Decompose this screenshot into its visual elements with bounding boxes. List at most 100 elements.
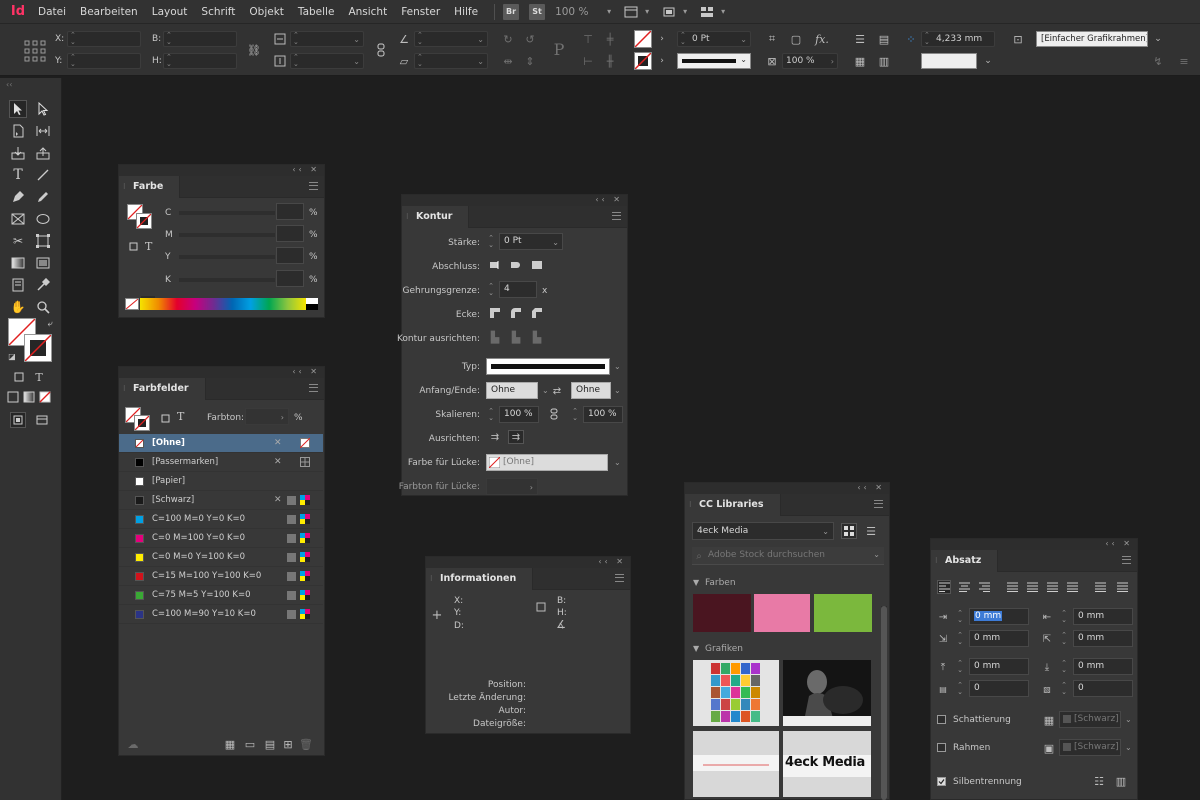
farbe-text-icon[interactable]: T <box>145 240 152 253</box>
pencil-tool-icon[interactable] <box>34 188 52 206</box>
justify-all-icon[interactable] <box>1065 580 1079 594</box>
menu-layout[interactable]: Layout <box>152 6 188 18</box>
justify-center-icon[interactable] <box>1025 580 1039 594</box>
drop-cap-chars-spinner[interactable]: ⌃ ⌄ <box>1059 682 1069 696</box>
cc-panel-menu-icon[interactable] <box>874 500 883 508</box>
drop-cap-lines-spinner[interactable]: ⌃ ⌄ <box>955 682 965 696</box>
align-towards-spine-icon[interactable] <box>1093 580 1107 594</box>
free-transform-tool-icon[interactable] <box>34 232 52 250</box>
align-center-stroke-icon[interactable]: ▙ <box>488 330 502 344</box>
library-select[interactable]: 4eck Media ⌄ <box>692 522 834 540</box>
last-line-indent-field[interactable]: 0 mm <box>1073 630 1133 647</box>
pen-tool-icon[interactable] <box>9 188 27 206</box>
menu-bearbeiten[interactable]: Bearbeiten <box>80 6 138 18</box>
delete-swatch-icon[interactable]: 🗑 <box>299 738 313 751</box>
miter-join-icon[interactable] <box>488 306 502 320</box>
menu-schrift[interactable]: Schrift <box>201 6 235 18</box>
grafiken-disclosure-icon[interactable]: ▼ <box>693 644 699 653</box>
channel-c-slider[interactable] <box>179 211 275 215</box>
cc-scrollbar[interactable] <box>881 606 887 800</box>
info-panel-menu-icon[interactable] <box>615 574 624 582</box>
rotate-ccw-icon[interactable]: ↺ <box>522 31 538 47</box>
panel-collapse-close-icon[interactable]: ‹‹ ✕ <box>292 165 320 175</box>
bridge-button[interactable]: Br <box>503 3 520 20</box>
info-collapse-close-icon[interactable]: ‹‹ ✕ <box>598 557 626 567</box>
show-swatch-kinds-icon[interactable]: ▦ <box>223 738 237 751</box>
skal1-spinner[interactable]: ⌃ ⌄ <box>486 408 496 422</box>
content-placer-tool-icon[interactable] <box>34 144 52 162</box>
align-vcenter-icon[interactable]: ╪ <box>602 31 618 47</box>
align-top-icon[interactable]: ⊤ <box>580 31 596 47</box>
space-after-field[interactable]: 0 mm <box>1073 658 1133 675</box>
arrange-documents-icon[interactable] <box>699 5 715 19</box>
ende-select[interactable]: Ohne <box>571 382 611 399</box>
line-tool-icon[interactable] <box>34 166 52 184</box>
border-color-icon[interactable]: ▣ <box>1041 740 1057 756</box>
fill-chevron-icon[interactable]: › <box>654 31 670 47</box>
right-indent-spinner[interactable]: ⌃ ⌄ <box>1059 610 1069 624</box>
opacity-field[interactable]: 100 % › <box>782 53 838 69</box>
stock-search-input[interactable]: Adobe Stock durchsuchen <box>708 550 825 560</box>
swatch-options-icon[interactable]: ▤ <box>263 738 277 751</box>
farbe-panel-menu-icon[interactable] <box>309 182 318 190</box>
align-center-icon[interactable] <box>957 580 971 594</box>
offset-field[interactable]: ⌃ ⌄ 4,233 mm <box>921 31 995 47</box>
border-dropdown-icon[interactable]: ⌄ <box>1125 743 1132 752</box>
normal-view-icon[interactable] <box>10 412 26 428</box>
preview-mode-icon[interactable] <box>34 412 50 428</box>
swatch-row[interactable]: [Papier] <box>119 472 323 491</box>
swatches-text-icon[interactable]: T <box>177 410 184 423</box>
swatch-row[interactable]: C=0 M=0 Y=100 K=0 <box>119 548 323 567</box>
drop-cap-lines-field[interactable]: 0 <box>969 680 1029 697</box>
screen-mode-icon[interactable] <box>661 5 677 19</box>
channel-y-slider[interactable] <box>179 255 275 259</box>
apply-color-icon[interactable] <box>6 390 20 404</box>
channel-m-field[interactable] <box>276 225 304 242</box>
content-collector-tool-icon[interactable] <box>9 144 27 162</box>
frame-fitting-icon[interactable]: ⌗ <box>764 31 780 47</box>
swatch-row[interactable]: C=100 M=0 Y=0 K=0 <box>119 510 323 529</box>
do-not-align-baseline-icon[interactable]: ▥ <box>1113 774 1129 788</box>
rahmen-checkbox[interactable] <box>937 743 946 752</box>
stroke-weight-field[interactable]: ⌃ ⌄ 0 Pt ⌄ <box>677 31 751 47</box>
farbfelder-collapse-close-icon[interactable]: ‹‹ ✕ <box>292 367 320 377</box>
left-indent-spinner[interactable]: ⌃ ⌄ <box>955 610 965 624</box>
stock-search-box[interactable]: ⌕ Adobe Stock durchsuchen ⌄ <box>692 547 884 565</box>
x-field[interactable]: ⌃ ⌄ <box>67 31 141 47</box>
cc-libraries-tab[interactable]: ⁝ CC Libraries <box>685 494 781 516</box>
space-after-spinner[interactable]: ⌃ ⌄ <box>1059 660 1069 674</box>
page-tool-icon[interactable] <box>9 122 27 140</box>
staerke-field[interactable]: 0 Pt ⌄ <box>499 233 563 250</box>
arrowhead-extend-icon[interactable]: ⇉ <box>488 430 502 444</box>
round-join-icon[interactable] <box>509 306 523 320</box>
farbe-luecke-dropdown-icon[interactable]: ⌄ <box>614 458 621 467</box>
clear-overrides-icon[interactable]: ↯ <box>1150 53 1166 69</box>
y-field[interactable]: ⌃ ⌄ <box>67 53 141 69</box>
justify-right-icon[interactable] <box>1045 580 1059 594</box>
hand-tool-icon[interactable]: ✋ <box>9 298 27 316</box>
bevel-join-icon[interactable] <box>530 306 544 320</box>
height-field[interactable]: ⌃ ⌄ <box>163 53 237 69</box>
ende-dropdown-icon[interactable]: ⌄ <box>614 386 621 395</box>
align-left-icon[interactable]: ⊢ <box>580 53 596 69</box>
link-scale-arrowheads-icon[interactable] <box>548 407 560 421</box>
skal2-field[interactable]: 100 % <box>583 406 623 423</box>
butt-cap-icon[interactable] <box>488 258 502 272</box>
object-style-chevron-icon[interactable]: ⌄ <box>1150 31 1166 47</box>
border-color-select[interactable]: [Schwarz] <box>1059 739 1121 756</box>
library-color-1[interactable] <box>693 594 751 632</box>
typ-dropdown-icon[interactable]: ⌄ <box>614 362 621 371</box>
projecting-cap-icon[interactable] <box>530 258 544 272</box>
stroke-swatch[interactable] <box>634 52 652 70</box>
farbe-tab[interactable]: ⁝ Farbe <box>119 176 181 198</box>
zoom-level[interactable]: 100 % <box>555 6 603 18</box>
type-tool-icon[interactable]: T <box>9 166 27 184</box>
align-inside-stroke-icon[interactable]: ▙ <box>509 330 523 344</box>
justify-left-icon[interactable] <box>1005 580 1019 594</box>
rotate-cw-icon[interactable]: ↻ <box>500 31 516 47</box>
swatch-row[interactable]: C=0 M=100 Y=0 K=0 <box>119 529 323 548</box>
align-left-icon[interactable] <box>937 580 951 594</box>
swatches-container-icon[interactable] <box>159 412 171 424</box>
align-outside-stroke-icon[interactable]: ▙ <box>530 330 544 344</box>
align-away-spine-icon[interactable] <box>1115 580 1129 594</box>
